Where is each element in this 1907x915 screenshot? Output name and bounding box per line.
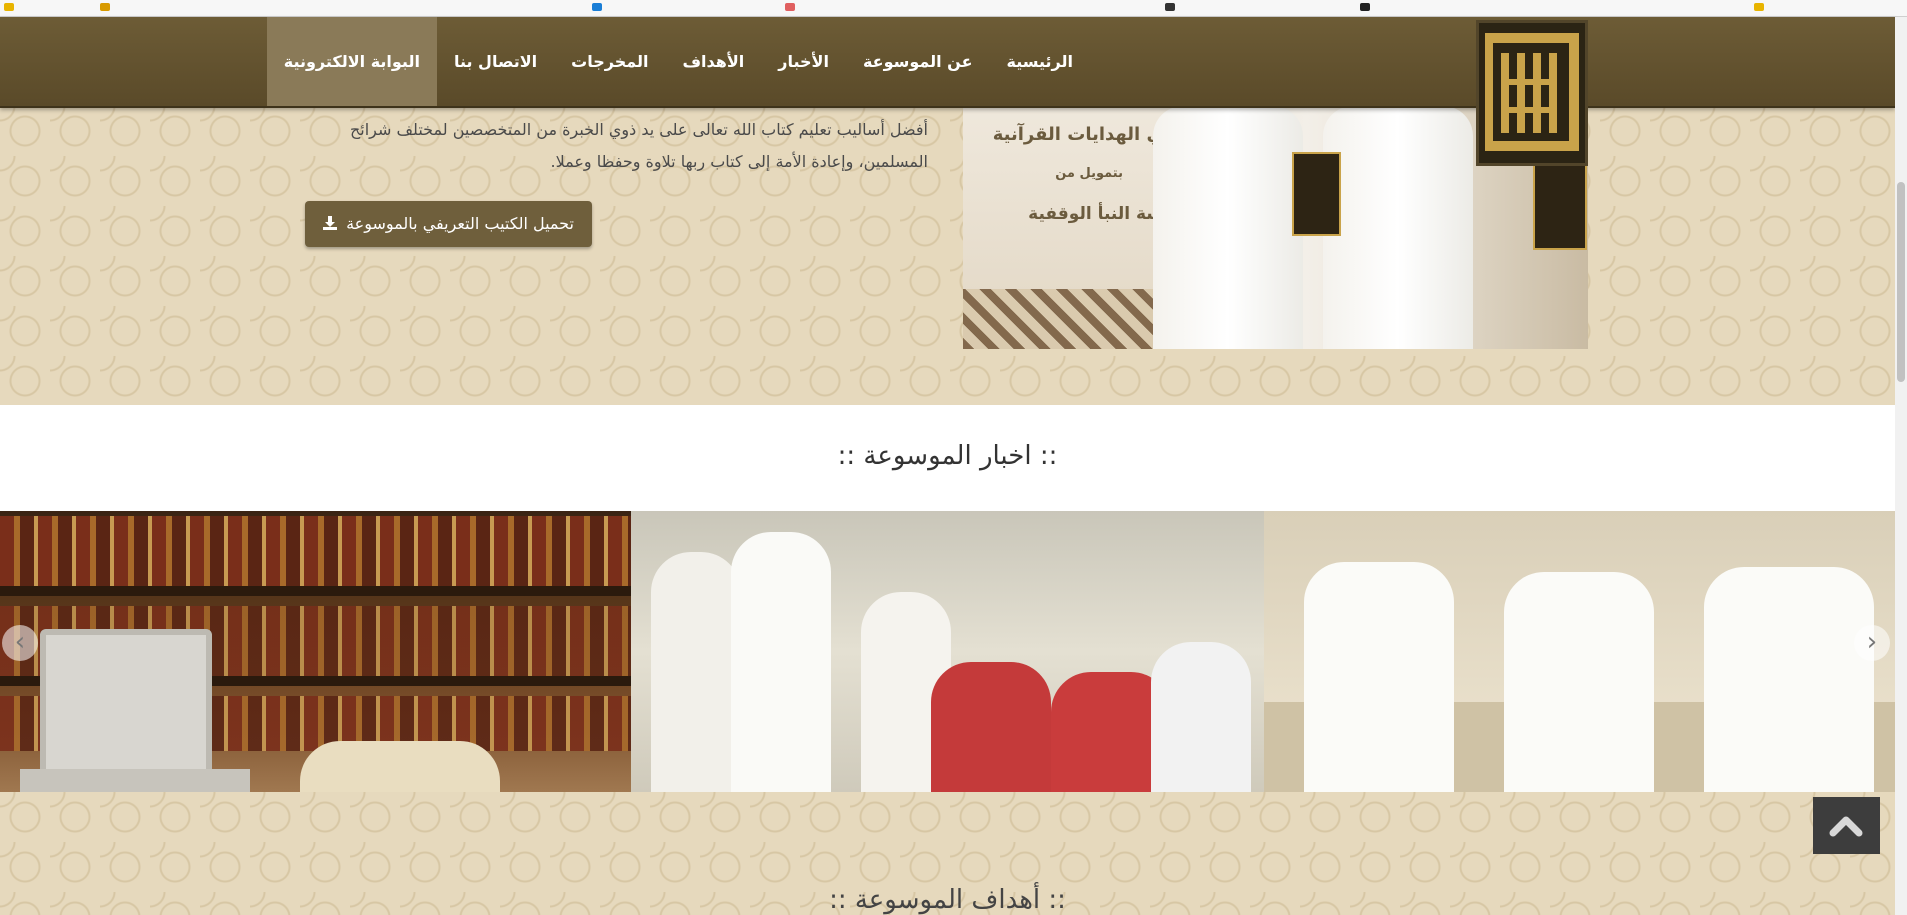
hero-section: أفضل أساليب تعليم كتاب الله تعالى على يد… (0, 106, 1895, 405)
award-book (1533, 156, 1587, 250)
person (651, 552, 741, 792)
person (1323, 106, 1473, 349)
scroll-image (300, 741, 500, 792)
computer-monitor (1151, 642, 1251, 792)
slider-prev-button[interactable]: ‹ (2, 625, 38, 661)
person (731, 532, 831, 792)
laptop-base (20, 769, 250, 792)
bookmark-icon[interactable] (100, 3, 110, 11)
nav-item-about[interactable]: عن الموسوعة (846, 17, 990, 106)
photo-banner-text: بتمويل من (1055, 166, 1123, 181)
person (1504, 572, 1654, 792)
goals-section: :: أهداف الموسوعة :: (0, 792, 1895, 915)
download-brochure-button[interactable]: تحميل الكتيب التعريفي بالموسوعة (305, 201, 592, 247)
hero-description: أفضل أساليب تعليم كتاب الله تعالى على يد… (308, 114, 928, 178)
bookmark-icon[interactable] (785, 3, 795, 11)
chevron-left-icon: ‹ (14, 627, 26, 657)
logo-calligraphy-icon (1485, 33, 1579, 151)
nav-menu: الرئيسية عن الموسوعة الأخبار الأهداف الم… (266, 17, 1091, 106)
person (1304, 562, 1454, 792)
download-button-label: تحميل الكتيب التعريفي بالموسوعة (346, 214, 574, 233)
nav-item-home[interactable]: الرئيسية (990, 17, 1091, 106)
scroll-to-top-button[interactable] (1813, 797, 1880, 854)
news-slide-meeting[interactable] (631, 511, 1264, 792)
nav-item-goals[interactable]: الأهداف (665, 17, 761, 106)
bookshelf (0, 516, 631, 586)
goals-section-title: :: أهداف الموسوعة :: (829, 885, 1066, 915)
photo-banner-text: ي الهدايات القرآنية (992, 124, 1163, 145)
award-book (1292, 152, 1341, 236)
bookmark-icon[interactable] (1360, 3, 1370, 11)
bookmark-icon[interactable] (1754, 3, 1764, 11)
nav-item-contact[interactable]: الاتصال بنا (437, 17, 554, 106)
bookmark-icon[interactable] (4, 3, 14, 11)
laptop-image (40, 629, 212, 781)
slider-next-button[interactable]: › (1854, 625, 1890, 661)
site-logo[interactable] (1476, 20, 1588, 166)
news-slide-guests[interactable] (1264, 511, 1895, 792)
main-navbar: الرئيسية عن الموسوعة الأخبار الأهداف الم… (0, 17, 1895, 108)
news-slider (0, 511, 1895, 792)
photo-banner-text: سة النبأ الوقفية (1028, 204, 1163, 224)
decorative-lattice (963, 289, 1163, 349)
nav-item-portal[interactable]: البوابة الالكترونية (266, 17, 437, 106)
person (1704, 567, 1874, 792)
shelf (0, 586, 631, 596)
chevron-right-icon: › (1866, 627, 1878, 657)
bookmark-icon[interactable] (592, 3, 602, 11)
news-section-header: :: اخبار الموسوعة :: (0, 405, 1895, 511)
person (1153, 106, 1303, 349)
nav-item-news[interactable]: الأخبار (761, 17, 846, 106)
browser-bookmarks-bar (0, 0, 1907, 17)
news-slide-library[interactable] (0, 511, 631, 792)
download-icon (323, 214, 346, 233)
page-scrollbar[interactable] (1895, 17, 1907, 915)
photo-banner-panel: ي الهدايات القرآنية بتمويل من سة النبأ ا… (963, 106, 1183, 349)
hero-text-line: أفضل أساليب تعليم كتاب الله تعالى على يد… (349, 120, 928, 139)
person (931, 662, 1051, 792)
scrollbar-thumb[interactable] (1897, 182, 1905, 382)
nav-item-outputs[interactable]: المخرجات (554, 17, 665, 106)
bookmark-icon[interactable] (1165, 3, 1175, 11)
chevron-up-icon (1829, 816, 1863, 837)
news-section-title: :: اخبار الموسوعة :: (837, 441, 1058, 471)
hero-text-line: المسلمين، وإعادة الأمة إلى كتاب ربها تلا… (550, 152, 928, 171)
